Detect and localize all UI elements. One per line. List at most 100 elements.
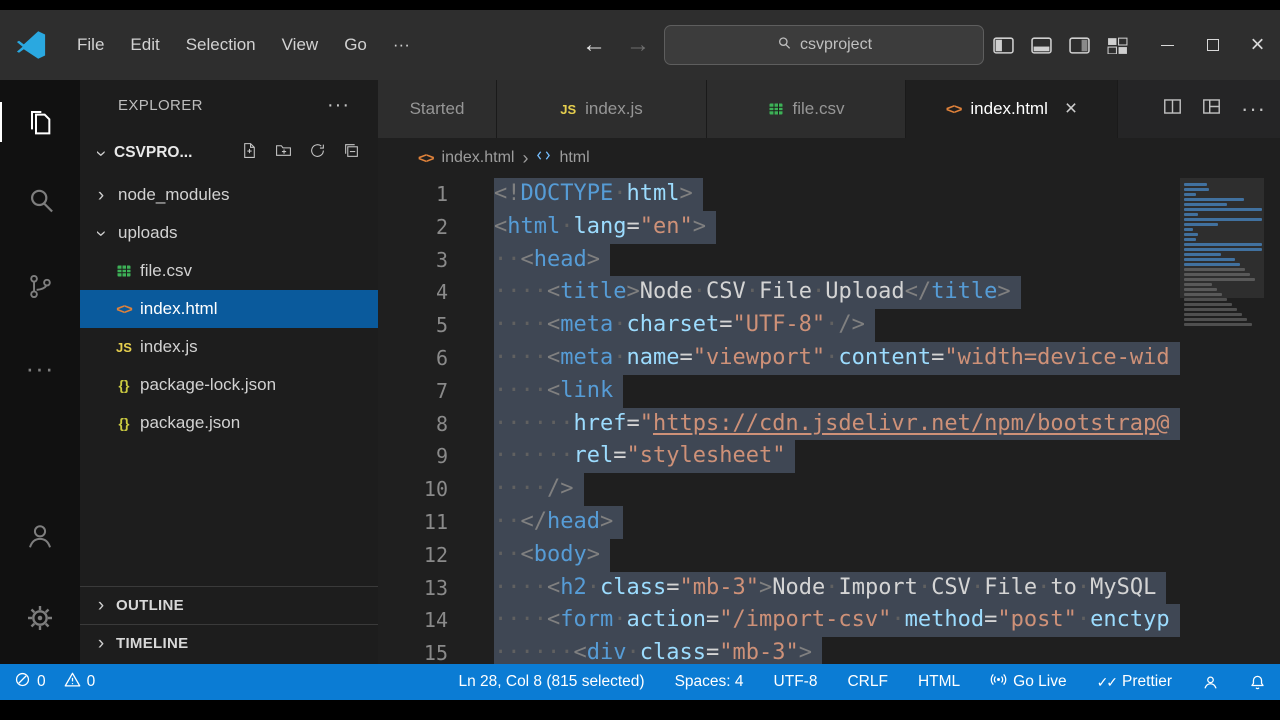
tree-item-uploads[interactable]: › uploads <box>80 214 378 252</box>
problems-status[interactable]: 0 0 <box>14 671 95 693</box>
tab-index-js[interactable]: JS index.js <box>497 80 707 138</box>
new-folder-icon[interactable] <box>275 142 292 164</box>
cursor-position[interactable]: Ln 28, Col 8 (815 selected) <box>458 673 644 691</box>
letterbox-bottom <box>0 700 1280 720</box>
line-number: 9 <box>378 440 448 473</box>
menu-go[interactable]: Go <box>331 28 380 62</box>
toggle-sidebar-icon[interactable] <box>993 37 1014 54</box>
code-line[interactable]: 10····/> <box>378 473 1180 506</box>
toggle-panel-icon[interactable] <box>1031 37 1052 54</box>
line-number: 2 <box>378 211 448 244</box>
tab-file-csv[interactable]: file.csv <box>707 80 906 138</box>
customize-layout-icon[interactable] <box>1107 37 1128 54</box>
timeline-title: TIMELINE <box>116 635 188 652</box>
breadcrumb-symbol[interactable]: html <box>559 149 589 167</box>
line-number: 14 <box>378 604 448 637</box>
collapse-all-icon[interactable] <box>343 142 360 164</box>
code-text: ····<h2·class="mb-3">Node·Import·CSV·Fil… <box>494 572 1166 605</box>
titlebar: File Edit Selection View Go ··· ← → csvp… <box>0 10 1280 80</box>
outline-panel-header[interactable]: › OUTLINE <box>80 586 378 624</box>
file-label: index.html <box>140 299 217 319</box>
tree-item-package-lock-json[interactable]: {} package-lock.json <box>80 366 378 404</box>
code-line[interactable]: 12··<body> <box>378 539 1180 572</box>
json-file-icon: {} <box>114 415 134 431</box>
code-line[interactable]: 8······href="https://cdn.jsdelivr.net/np… <box>378 408 1180 441</box>
source-control-icon[interactable] <box>0 260 80 312</box>
tab-index-html[interactable]: <> index.html × <box>906 80 1118 138</box>
more-actions-icon[interactable]: ··· <box>1241 96 1266 122</box>
statusbar-right: Ln 28, Col 8 (815 selected) Spaces: 4 UT… <box>458 671 1266 693</box>
html-file-icon: <> <box>946 101 962 118</box>
indentation-status[interactable]: Spaces: 4 <box>675 673 744 691</box>
more-views-icon[interactable]: ··· <box>0 342 80 394</box>
menu-edit[interactable]: Edit <box>117 28 172 62</box>
line-number: 3 <box>378 244 448 277</box>
split-editor-icon[interactable] <box>1163 97 1182 121</box>
code-line[interactable]: 2 <html·lang="en"> <box>378 211 1180 244</box>
tree-item-index-html[interactable]: <> index.html <box>80 290 378 328</box>
menu-selection[interactable]: Selection <box>173 28 269 62</box>
code-line[interactable]: 11··</head> <box>378 506 1180 539</box>
file-label: index.js <box>140 337 198 357</box>
prettier-button[interactable]: ✓✓ Prettier <box>1097 673 1172 691</box>
settings-gear-icon[interactable] <box>0 592 80 644</box>
html-file-icon: <> <box>418 150 434 167</box>
code-line[interactable]: 14····<form·action="/import-csv"·method=… <box>378 604 1180 637</box>
code-line[interactable]: 6····<meta·name="viewport"·content="widt… <box>378 342 1180 375</box>
tab-label: file.csv <box>793 99 845 119</box>
encoding-status[interactable]: UTF-8 <box>774 673 818 691</box>
menu-file[interactable]: File <box>64 28 117 62</box>
toggle-secondary-sidebar-icon[interactable] <box>1069 37 1090 54</box>
timeline-panel-header[interactable]: › TIMELINE <box>80 624 378 662</box>
line-number: 6 <box>378 342 448 375</box>
tree-item-package-json[interactable]: {} package.json <box>80 404 378 442</box>
refresh-icon[interactable] <box>309 142 326 164</box>
code-text: <html·lang="en"> <box>494 211 716 244</box>
eol-status[interactable]: CRLF <box>847 673 887 691</box>
close-tab-icon[interactable]: × <box>1065 97 1077 121</box>
code-line[interactable]: 4····<title>Node·CSV·File·Upload</title> <box>378 276 1180 309</box>
account-icon[interactable] <box>0 510 80 562</box>
code-area: 1<!DOCTYPE·html>2 <html·lang="en">3··<hea… <box>378 178 1280 664</box>
explorer-icon[interactable] <box>0 96 80 148</box>
code-line[interactable]: 5····<meta·charset="UTF-8"·/> <box>378 309 1180 342</box>
language-mode[interactable]: HTML <box>918 673 960 691</box>
forward-arrow-icon[interactable]: → <box>626 10 650 80</box>
code-line[interactable]: 3··<head> <box>378 244 1180 277</box>
minimize-button[interactable] <box>1145 10 1190 80</box>
code-lines[interactable]: 1<!DOCTYPE·html>2 <html·lang="en">3··<hea… <box>378 178 1180 664</box>
editor-layout-icon[interactable] <box>1202 97 1221 121</box>
minimap[interactable] <box>1180 178 1280 664</box>
code-line[interactable]: 13····<h2·class="mb-3">Node·Import·CSV·F… <box>378 572 1180 605</box>
maximize-button[interactable] <box>1190 10 1235 80</box>
new-file-icon[interactable] <box>241 142 258 164</box>
letterbox-top <box>0 0 1280 10</box>
tree-item-file-csv[interactable]: file.csv <box>80 252 378 290</box>
workspace-section-header[interactable]: › CSVPRO... <box>80 130 378 176</box>
code-line[interactable]: 7····<link <box>378 375 1180 408</box>
breadcrumb-file[interactable]: index.html <box>442 149 515 167</box>
feedback-icon[interactable] <box>1202 674 1219 691</box>
line-number: 12 <box>378 539 448 572</box>
tree-item-node-modules[interactable]: › node_modules <box>80 176 378 214</box>
go-live-button[interactable]: Go Live <box>990 671 1066 693</box>
menu-overflow-icon[interactable]: ··· <box>380 28 423 62</box>
code-line[interactable]: 9······rel="stylesheet" <box>378 440 1180 473</box>
search-box[interactable]: csvproject <box>664 25 984 65</box>
search-view-icon[interactable] <box>0 174 80 226</box>
tab-get-started[interactable]: Started <box>378 80 497 138</box>
line-number: 8 <box>378 408 448 441</box>
tree-item-index-js[interactable]: JS index.js <box>80 328 378 366</box>
code-line[interactable]: 15······<div·class="mb-3"> <box>378 637 1180 664</box>
close-window-button[interactable]: × <box>1235 10 1280 80</box>
errors-count: 0 <box>37 673 46 691</box>
file-label: package.json <box>140 413 240 433</box>
notifications-bell-icon[interactable] <box>1249 674 1266 691</box>
explorer-more-icon[interactable]: ··· <box>327 94 350 117</box>
code-text: ····<meta·charset="UTF-8"·/> <box>494 309 875 342</box>
code-text: ····<link <box>494 375 623 408</box>
code-line[interactable]: 1<!DOCTYPE·html> <box>378 178 1180 211</box>
code-text: <!DOCTYPE·html> <box>494 178 703 211</box>
menu-view[interactable]: View <box>269 28 332 62</box>
back-arrow-icon[interactable]: ← <box>582 10 606 80</box>
